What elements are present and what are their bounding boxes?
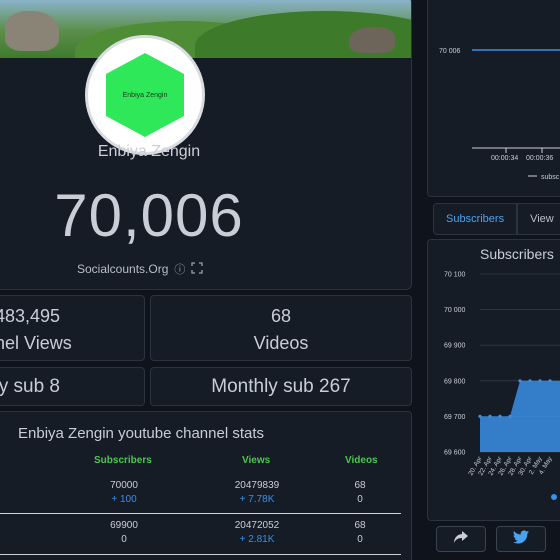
live-subscriber-chart: 70 006 00:00:34 00:00:36 subsc bbox=[427, 0, 560, 197]
stat-channel-views: 483,495 nel Views bbox=[0, 295, 145, 361]
row-subscribers: 69900 bbox=[110, 520, 138, 531]
data-point[interactable] bbox=[498, 414, 502, 418]
avatar: Enbiya Zengin bbox=[85, 35, 205, 155]
live-chart-x-tick: 00:00:36 bbox=[526, 155, 553, 162]
y-tick-label: 70 000 bbox=[444, 307, 466, 314]
share-button[interactable] bbox=[436, 526, 486, 552]
fullscreen-icon[interactable] bbox=[191, 261, 204, 277]
row-videos-delta: 0 bbox=[357, 534, 363, 545]
row-subscribers-delta: 0 bbox=[121, 534, 127, 545]
tab-subscribers[interactable]: Subscribers bbox=[433, 203, 518, 235]
row-views-delta: + 7.78K bbox=[239, 494, 275, 505]
y-tick-label: 69 900 bbox=[444, 343, 466, 350]
series-area bbox=[480, 380, 560, 452]
row-divider bbox=[0, 513, 401, 514]
table-title: Enbiya Zengin youtube channel stats bbox=[18, 425, 264, 442]
chart-tabs: Subscribers View bbox=[433, 203, 560, 235]
data-point[interactable] bbox=[538, 379, 542, 383]
twitter-share-button[interactable] bbox=[496, 526, 546, 552]
row-views: 20472052 bbox=[234, 520, 280, 531]
row-subscribers-delta: + 100 bbox=[111, 494, 137, 505]
subscriber-count: 70,006 bbox=[54, 182, 244, 249]
header-videos: Videos bbox=[345, 455, 378, 466]
data-point[interactable] bbox=[518, 379, 522, 383]
subscribers-history-chart: Subscribers 70 100 70 000 69 900 69 800 69 7… bbox=[427, 239, 560, 521]
live-chart-y-label: 70 006 bbox=[439, 48, 461, 55]
row-divider bbox=[0, 554, 401, 555]
header-subscribers: Subscribers bbox=[94, 455, 152, 466]
share-icon bbox=[453, 530, 469, 549]
live-chart-legend[interactable]: subsc bbox=[541, 174, 560, 181]
channel-name: Enbiya Zengin bbox=[97, 143, 201, 160]
channel-profile-card: Enbiya Zengin Enbiya Zengin 70,006 Socia… bbox=[0, 0, 412, 290]
y-tick-label: 70 100 bbox=[444, 272, 466, 279]
data-point[interactable] bbox=[508, 414, 512, 418]
row-subscribers: 70000 bbox=[110, 480, 138, 491]
row-videos: 68 bbox=[354, 480, 366, 491]
videos-value: 68 bbox=[270, 306, 292, 326]
info-icon[interactable]: ⓘ bbox=[174, 261, 185, 277]
videos-label: Videos bbox=[253, 333, 309, 353]
row-views-delta: + 2.81K bbox=[239, 534, 275, 545]
data-point[interactable] bbox=[488, 414, 492, 418]
channel-stats-table: Enbiya Zengin youtube channel stats Subs… bbox=[0, 411, 412, 560]
row-videos-delta: 0 bbox=[357, 494, 363, 505]
stat-videos: 68 Videos bbox=[150, 295, 412, 361]
y-tick-label: 69 800 bbox=[444, 378, 466, 385]
brand-name: Socialcounts.Org bbox=[77, 262, 169, 276]
header-views: Views bbox=[242, 455, 271, 466]
y-tick-label: 69 600 bbox=[444, 450, 466, 457]
tab-views[interactable]: View bbox=[517, 203, 560, 235]
live-chart-x-tick: 00:00:34 bbox=[491, 155, 518, 162]
brand-row: Socialcounts.Org ⓘ bbox=[77, 261, 204, 277]
avatar-logo-text: Enbiya Zengin bbox=[122, 91, 168, 99]
stat-daily-sub: y sub 8 bbox=[0, 367, 145, 406]
views-value: 483,495 bbox=[0, 306, 61, 326]
row-views: 20479839 bbox=[234, 480, 280, 491]
twitter-icon bbox=[513, 529, 529, 549]
monthly-sub-label: Monthly sub 267 bbox=[211, 376, 351, 397]
channel-banner-image bbox=[0, 0, 411, 58]
views-label: nel Views bbox=[0, 333, 72, 353]
y-tick-label: 69 700 bbox=[444, 414, 466, 421]
row-videos: 68 bbox=[354, 520, 366, 531]
legend-dot[interactable] bbox=[551, 494, 557, 500]
chart-canvas: 70 10070 00069 90069 80069 70069 60020. … bbox=[444, 272, 560, 500]
data-point[interactable] bbox=[528, 379, 532, 383]
data-point[interactable] bbox=[478, 414, 482, 418]
daily-sub-label: y sub 8 bbox=[0, 376, 60, 397]
stat-monthly-sub: Monthly sub 267 bbox=[150, 367, 412, 406]
data-point[interactable] bbox=[548, 379, 552, 383]
